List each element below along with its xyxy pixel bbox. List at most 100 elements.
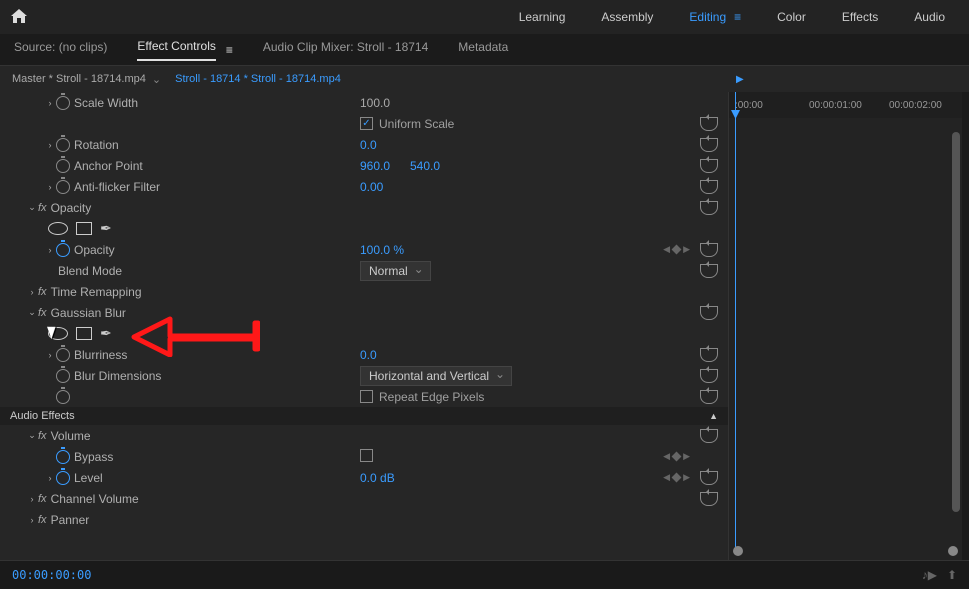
home-icon[interactable] <box>10 8 28 27</box>
rectangle-mask-icon[interactable] <box>76 222 92 235</box>
export-icon[interactable]: ⬆ <box>947 568 957 582</box>
fx-badge-icon[interactable]: fx <box>38 286 47 298</box>
keyframe-nav[interactable]: ◀ ▶ <box>663 244 690 255</box>
twirl-icon[interactable]: › <box>44 245 56 255</box>
toggle-track-icon[interactable]: ♪▶ <box>922 568 937 582</box>
reset-button[interactable] <box>700 306 718 320</box>
reset-button[interactable] <box>700 138 718 152</box>
twirl-icon[interactable]: › <box>44 473 56 483</box>
ruler-tick-2: 00:00:02:00 <box>889 100 942 111</box>
workspace-tabs: Learning Assembly Editing Color Effects … <box>515 2 949 32</box>
clip-header: Master * Stroll - 18714.mp4 ⌄ Stroll - 1… <box>0 66 969 92</box>
blurriness-value[interactable]: 0.0 <box>360 348 377 362</box>
level-value[interactable]: 0.0 dB <box>360 471 395 485</box>
twirl-icon[interactable]: › <box>44 140 56 150</box>
scale-width-value[interactable]: 100.0 <box>360 96 390 110</box>
tab-effect-controls[interactable]: Effect Controls <box>137 39 215 61</box>
twirl-icon[interactable]: › <box>26 515 38 525</box>
stopwatch-icon[interactable] <box>56 348 70 362</box>
reset-button[interactable] <box>700 117 718 131</box>
sequence-clip-label[interactable]: Stroll - 18714 * Stroll - 18714.mp4 <box>175 73 341 85</box>
anchor-y-value[interactable]: 540.0 <box>410 159 440 173</box>
chevron-down-icon[interactable]: ⌄ <box>152 73 161 86</box>
zoom-handle-right[interactable] <box>948 546 958 556</box>
reset-button[interactable] <box>700 264 718 278</box>
pen-mask-icon[interactable]: ✒ <box>100 220 112 237</box>
uniform-scale-label: Uniform Scale <box>379 117 454 131</box>
fx-badge-icon[interactable]: fx <box>38 430 47 442</box>
opacity-value[interactable]: 100.0 % <box>360 243 404 257</box>
workspace-learning[interactable]: Learning <box>515 2 570 32</box>
workspace-audio[interactable]: Audio <box>910 2 949 32</box>
twirl-icon[interactable]: › <box>44 98 56 108</box>
playhead-go-icon[interactable]: ▶ <box>736 74 744 85</box>
twirl-icon[interactable]: ⌄ <box>26 430 38 441</box>
stopwatch-icon[interactable] <box>56 138 70 152</box>
reset-button[interactable] <box>700 492 718 506</box>
repeat-edge-checkbox[interactable] <box>360 390 373 403</box>
keyframe-nav[interactable]: ◀ ▶ <box>663 451 690 462</box>
reset-button[interactable] <box>700 390 718 404</box>
antiflicker-value[interactable]: 0.00 <box>360 180 383 194</box>
reset-button[interactable] <box>700 201 718 215</box>
annotation-arrow <box>130 315 260 357</box>
blur-dimensions-dropdown[interactable]: Horizontal and Vertical <box>360 366 512 386</box>
workspace-color[interactable]: Color <box>773 2 810 32</box>
collapse-icon[interactable]: ▲ <box>709 411 718 421</box>
ruler-tick-1: 00:00:01:00 <box>809 100 862 111</box>
status-bar: 00:00:00:00 ♪▶ ⬆ <box>0 560 969 588</box>
tab-metadata[interactable]: Metadata <box>458 40 508 60</box>
current-timecode[interactable]: 00:00:00:00 <box>12 568 91 582</box>
reset-button[interactable] <box>700 471 718 485</box>
workspace-effects[interactable]: Effects <box>838 2 882 32</box>
reset-button[interactable] <box>700 180 718 194</box>
stopwatch-icon[interactable] <box>56 450 70 464</box>
stopwatch-icon[interactable] <box>56 471 70 485</box>
panel-menu-icon[interactable]: ≡ <box>226 43 233 57</box>
workspace-editing[interactable]: Editing <box>685 2 745 32</box>
reset-button[interactable] <box>700 159 718 173</box>
fx-badge-icon[interactable]: fx <box>38 202 47 214</box>
vertical-scrollbar[interactable] <box>952 132 960 512</box>
stopwatch-icon[interactable] <box>56 369 70 383</box>
twirl-icon[interactable]: › <box>44 182 56 192</box>
opacity-section-label: Opacity <box>51 201 92 215</box>
fx-badge-icon[interactable]: fx <box>38 307 47 319</box>
workspace-assembly[interactable]: Assembly <box>597 2 657 32</box>
reset-button[interactable] <box>700 243 718 257</box>
twirl-icon[interactable]: ⌄ <box>26 307 38 318</box>
uniform-scale-checkbox[interactable] <box>360 117 373 130</box>
rectangle-mask-icon[interactable] <box>76 327 92 340</box>
twirl-icon[interactable]: › <box>44 350 56 360</box>
rotation-value[interactable]: 0.0 <box>360 138 377 152</box>
playhead[interactable] <box>735 92 736 552</box>
master-clip-label[interactable]: Master * Stroll - 18714.mp4 <box>12 73 146 85</box>
stopwatch-icon[interactable] <box>56 159 70 173</box>
tab-audio-mixer[interactable]: Audio Clip Mixer: Stroll - 18714 <box>263 40 428 60</box>
zoom-handle-left[interactable] <box>733 546 743 556</box>
fx-badge-icon[interactable]: fx <box>38 493 47 505</box>
anchor-x-value[interactable]: 960.0 <box>360 159 390 173</box>
reset-button[interactable] <box>700 348 718 362</box>
fx-badge-icon[interactable]: fx <box>38 514 47 526</box>
blend-mode-dropdown[interactable]: Normal <box>360 261 431 281</box>
panel-tabs: Source: (no clips) Effect Controls ≡ Aud… <box>0 34 969 66</box>
bypass-row: › Bypass ◀ ▶ <box>0 446 728 467</box>
time-ruler[interactable]: :00:00 00:00:01:00 00:00:02:00 <box>729 92 962 118</box>
ellipse-mask-icon[interactable] <box>48 222 68 235</box>
reset-button[interactable] <box>700 369 718 383</box>
stopwatch-icon[interactable] <box>56 180 70 194</box>
stopwatch-icon[interactable] <box>56 390 70 404</box>
bypass-checkbox[interactable] <box>360 449 373 462</box>
twirl-icon[interactable]: › <box>26 494 38 504</box>
pen-mask-icon[interactable]: ✒ <box>100 325 112 342</box>
twirl-icon[interactable]: › <box>26 287 38 297</box>
stopwatch-icon[interactable] <box>56 96 70 110</box>
twirl-icon[interactable]: ⌄ <box>26 202 38 213</box>
blur-dimensions-label: Blur Dimensions <box>74 369 161 383</box>
stopwatch-icon[interactable] <box>56 243 70 257</box>
reset-button[interactable] <box>700 429 718 443</box>
anchor-point-row: › Anchor Point 960.0 540.0 <box>0 155 728 176</box>
keyframe-nav[interactable]: ◀ ▶ <box>663 472 690 483</box>
tab-source[interactable]: Source: (no clips) <box>14 40 107 60</box>
